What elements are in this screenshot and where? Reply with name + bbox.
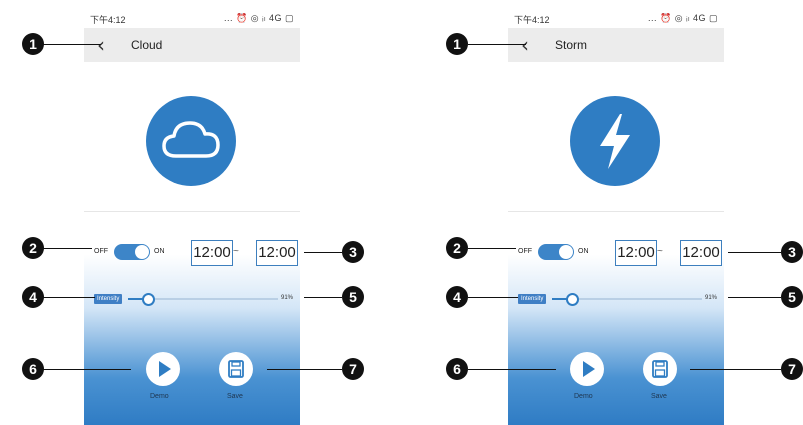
callout-1: 1	[22, 33, 44, 55]
callout-6: 6	[446, 358, 468, 380]
intensity-value: 91%	[705, 295, 718, 301]
status-icons: ... ⏰ ◎ ᵢₗ 4G ▢	[648, 13, 718, 23]
status-bar: 下午4:12 ... ⏰ ◎ ᵢₗ 4G ▢	[508, 8, 724, 28]
toggle-knob	[135, 245, 149, 259]
intensity-slider-thumb[interactable]	[566, 293, 579, 306]
callout-4: 4	[22, 286, 44, 308]
power-toggle[interactable]	[538, 244, 574, 260]
toggle-off-label: OFF	[518, 248, 532, 255]
page-title: Storm	[555, 38, 588, 52]
callout-5: 5	[781, 286, 803, 308]
time-separator: ~	[657, 246, 663, 257]
callout-leader	[468, 297, 518, 298]
callout-leader	[43, 248, 92, 249]
intensity-slider-thumb[interactable]	[142, 293, 155, 306]
intensity-label: Intensity	[518, 294, 547, 304]
demo-label: Demo	[574, 393, 593, 400]
status-bar: 下午4:12 ... ⏰ ◎ ᵢₗ 4G ▢	[84, 8, 300, 28]
power-toggle[interactable]	[114, 244, 150, 260]
phone-screen-cloud: 下午4:12 ... ⏰ ◎ ᵢₗ 4G ▢ ‹ Cloud OFF ON 12…	[84, 8, 300, 425]
callout-5: 5	[342, 286, 364, 308]
demo-button[interactable]	[570, 352, 604, 386]
lightning-icon	[570, 96, 660, 186]
intensity-label: Intensity	[94, 294, 123, 304]
callout-leader	[43, 44, 101, 45]
save-floppy-icon	[228, 360, 244, 378]
demo-button[interactable]	[146, 352, 180, 386]
callout-leader	[43, 369, 131, 370]
demo-label: Demo	[150, 393, 169, 400]
callout-leader	[728, 297, 781, 298]
save-label: Save	[227, 393, 243, 400]
callout-7: 7	[342, 358, 364, 380]
toggle-off-label: OFF	[94, 248, 108, 255]
status-time: 下午4:12	[90, 15, 126, 25]
phone-screen-storm: 下午4:12 ... ⏰ ◎ ᵢₗ 4G ▢ ‹ Storm OFF ON 12…	[508, 8, 724, 425]
callout-leader	[468, 369, 556, 370]
callout-leader	[468, 44, 526, 45]
callout-leader	[728, 252, 781, 253]
callout-leader	[468, 248, 516, 249]
callout-2: 2	[446, 237, 468, 259]
toggle-knob	[559, 245, 573, 259]
play-icon	[159, 361, 171, 377]
cloud-icon	[146, 96, 236, 186]
page-title: Cloud	[131, 38, 163, 52]
intensity-value: 91%	[281, 295, 294, 301]
start-time-field[interactable]: 12:00	[615, 240, 657, 266]
callout-3: 3	[342, 241, 364, 263]
end-time-field[interactable]: 12:00	[256, 240, 298, 266]
save-button[interactable]	[219, 352, 253, 386]
callout-7: 7	[781, 358, 803, 380]
callout-leader	[267, 369, 342, 370]
status-icons: ... ⏰ ◎ ᵢₗ 4G ▢	[224, 13, 294, 23]
save-button[interactable]	[643, 352, 677, 386]
toggle-on-label: ON	[578, 248, 589, 255]
callout-leader	[690, 369, 781, 370]
end-time-field[interactable]: 12:00	[680, 240, 722, 266]
back-chevron-icon[interactable]: ‹	[97, 33, 105, 57]
callout-leader	[43, 297, 95, 298]
callout-1: 1	[446, 33, 468, 55]
callout-4: 4	[446, 286, 468, 308]
toggle-on-label: ON	[154, 248, 165, 255]
callout-leader	[304, 297, 342, 298]
time-separator: ~	[233, 246, 239, 257]
nav-bar: ‹ Cloud	[84, 28, 300, 62]
callout-3: 3	[781, 241, 803, 263]
back-chevron-icon[interactable]: ‹	[521, 33, 529, 57]
callout-6: 6	[22, 358, 44, 380]
save-label: Save	[651, 393, 667, 400]
nav-bar: ‹ Storm	[508, 28, 724, 62]
save-floppy-icon	[652, 360, 668, 378]
callout-leader	[304, 252, 342, 253]
start-time-field[interactable]: 12:00	[191, 240, 233, 266]
play-icon	[583, 361, 595, 377]
status-time: 下午4:12	[514, 15, 550, 25]
callout-2: 2	[22, 237, 44, 259]
